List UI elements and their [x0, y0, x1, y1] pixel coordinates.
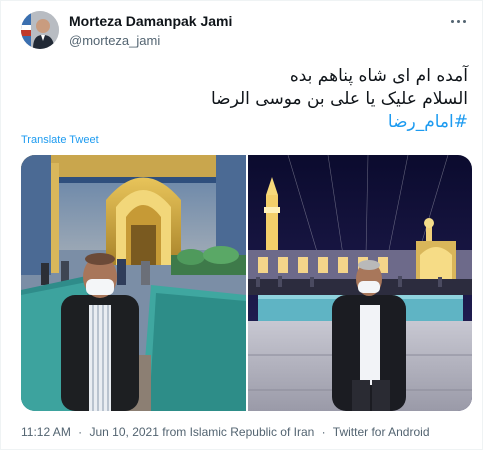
author-info: Morteza Damanpak Jami @morteza_jami	[69, 13, 232, 49]
tweet-card: Morteza Damanpak Jami @morteza_jami آمده…	[0, 0, 483, 450]
tweet-location[interactable]: from Islamic Republic of Iran	[162, 425, 314, 439]
avatar[interactable]	[21, 11, 59, 49]
tweet-text-line-2: السلام علیک یا علی بن موسی الرضا	[210, 89, 468, 109]
tweet-text-line-1: آمده ام ای شاه پناهم بده	[289, 66, 468, 86]
more-options-button[interactable]	[448, 13, 468, 29]
meta-separator: ·	[321, 425, 326, 439]
photo-right[interactable]	[247, 155, 472, 411]
more-dot	[462, 19, 466, 23]
media-grid	[21, 155, 472, 411]
tweet-text: آمده ام ای شاه پناهم بده السلام علیک یا …	[28, 65, 468, 134]
translate-tweet-link[interactable]: Translate Tweet	[21, 134, 99, 146]
author-display-name[interactable]: Morteza Damanpak Jami	[69, 13, 232, 30]
photo-left[interactable]	[21, 155, 246, 411]
more-horizontal-icon	[450, 19, 454, 23]
hashtag-link[interactable]: #امام_رضا	[388, 112, 468, 132]
more-dot	[456, 19, 460, 23]
meta-separator: ·	[78, 425, 83, 439]
author-handle[interactable]: @morteza_jami	[69, 32, 232, 49]
tweet-source[interactable]: Twitter for Android	[333, 425, 430, 439]
tweet-time[interactable]: 11:12 AM	[21, 425, 71, 439]
tweet-date[interactable]: Jun 10, 2021	[90, 425, 159, 439]
tweet-metadata: 11:12 AM · Jun 10, 2021 from Islamic Rep…	[21, 425, 430, 439]
